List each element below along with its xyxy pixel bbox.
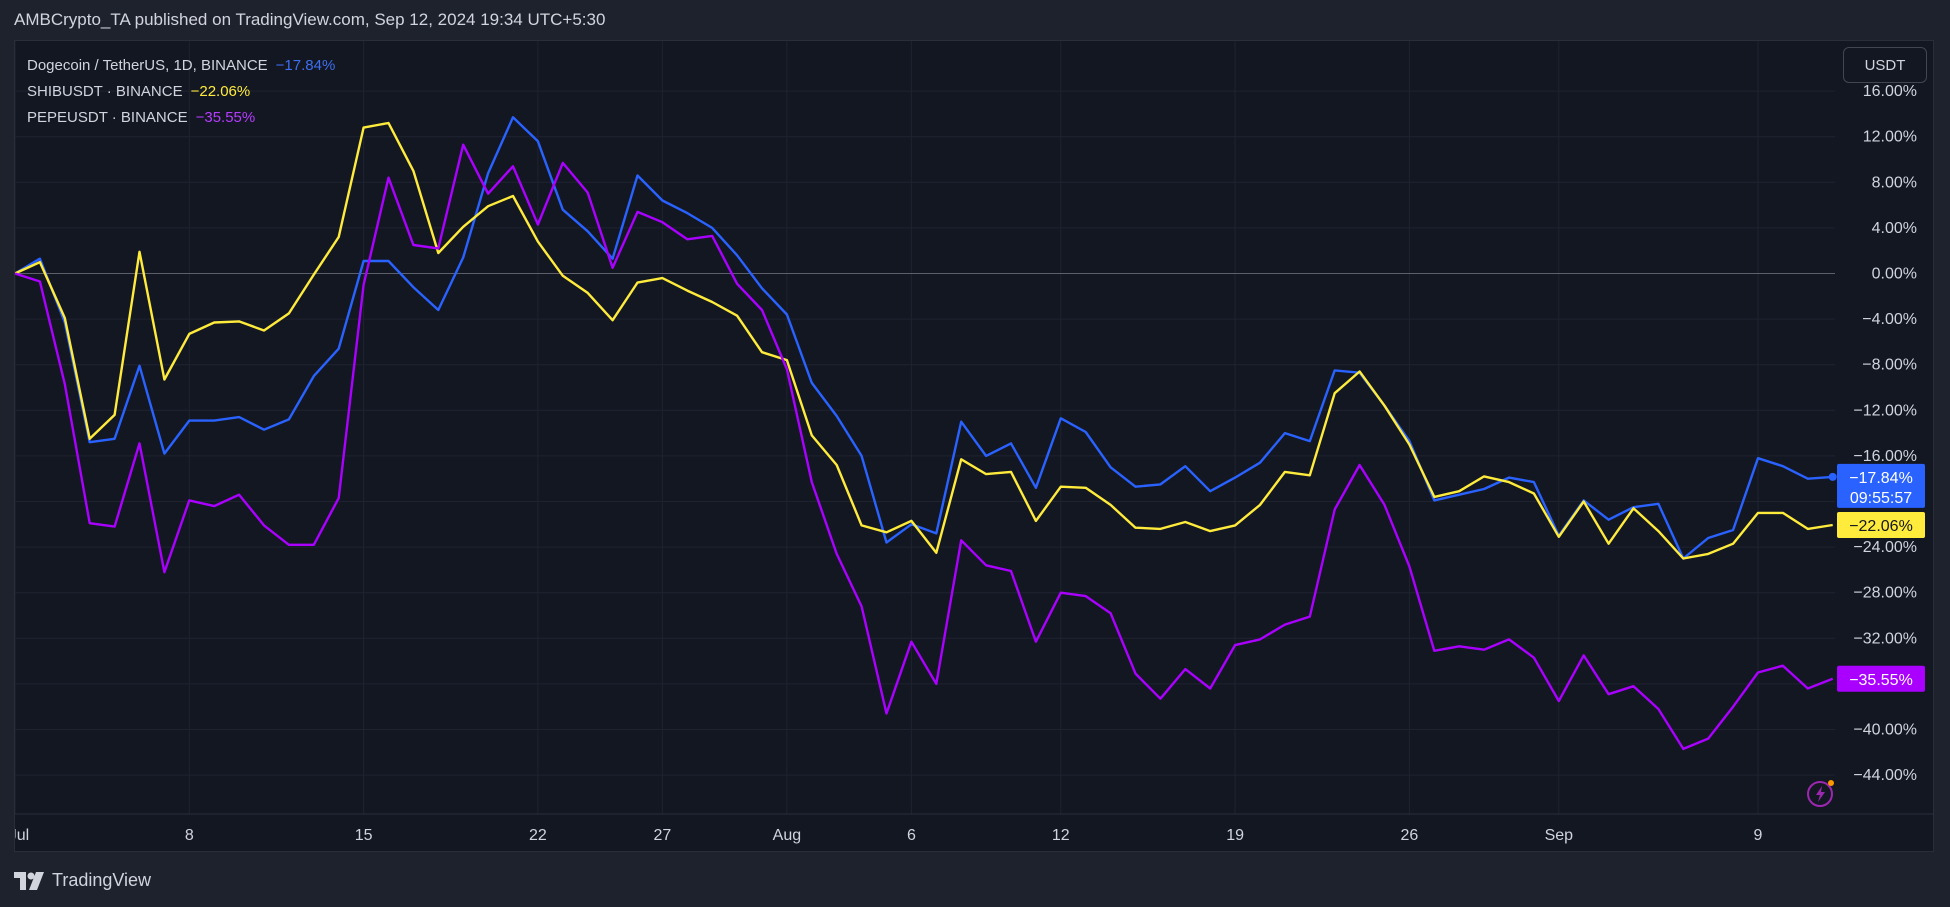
last-price-dot [1828, 472, 1837, 481]
x-tick-label: 8 [185, 827, 194, 844]
chart-legend: Dogecoin / TetherUS, 1D, BINANCE −17.84% … [27, 53, 335, 131]
legend-symbol: SHIBUSDT · BINANCE [27, 83, 183, 100]
series-line-0[interactable] [15, 116, 1833, 560]
price-tag-label: −35.55% [1849, 672, 1913, 689]
x-tick-label: 9 [1754, 827, 1763, 844]
x-tick-label: 12 [1052, 827, 1070, 844]
y-tick-label: −28.00% [1853, 585, 1917, 602]
price-tag-2: −35.55% [1837, 665, 1925, 692]
y-tick-label: 12.00% [1863, 129, 1917, 146]
y-tick-label: 0.00% [1872, 266, 1917, 283]
x-tick-label: Aug [773, 827, 801, 844]
x-tick-label: Jul [15, 827, 29, 844]
legend-item-doge[interactable]: Dogecoin / TetherUS, 1D, BINANCE −17.84% [27, 53, 335, 79]
y-tick-label: 4.00% [1872, 220, 1917, 237]
y-tick-label: −4.00% [1862, 311, 1917, 328]
price-chart[interactable]: 16.00% 12.00% 8.00% 4.00% 0.00% −4.00% −8.00% −… [15, 41, 1933, 851]
currency-button[interactable]: USDT [1843, 47, 1927, 83]
legend-change: −35.55% [195, 109, 256, 126]
x-tick-label: Sep [1545, 827, 1574, 844]
grid [15, 41, 1835, 814]
tradingview-logo[interactable]: TradingView [14, 870, 151, 891]
countdown-label: 09:55:57 [1850, 490, 1912, 507]
x-tick-label: 26 [1401, 827, 1419, 844]
x-axis[interactable]: Jul 8 15 22 27 Aug 6 12 19 26 Sep 9 [15, 827, 1763, 844]
price-tag-0: −17.84% 09:55:57 [1837, 463, 1925, 508]
y-tick-label: −12.00% [1853, 402, 1917, 419]
legend-item-pepe[interactable]: PEPEUSDT · BINANCE −35.55% [27, 105, 335, 131]
legend-symbol: Dogecoin / TetherUS, 1D, BINANCE [27, 57, 268, 74]
x-tick-label: 19 [1226, 827, 1244, 844]
tradingview-logo-icon [14, 871, 44, 890]
x-tick-label: 15 [355, 827, 373, 844]
legend-item-shib[interactable]: SHIBUSDT · BINANCE −22.06% [27, 79, 335, 105]
y-tick-label: −32.00% [1853, 630, 1917, 647]
y-tick-label: 8.00% [1872, 174, 1917, 191]
y-tick-label: −40.00% [1853, 722, 1917, 739]
legend-symbol: PEPEUSDT · BINANCE [27, 109, 188, 126]
series-line-2[interactable] [15, 143, 1834, 751]
series-line-1[interactable] [15, 121, 1833, 560]
x-tick-label: 27 [654, 827, 672, 844]
y-tick-label: 16.00% [1863, 83, 1917, 100]
x-tick-label: 22 [529, 827, 547, 844]
y-tick-label: −44.00% [1853, 767, 1917, 784]
price-tag-1: −22.06% [1837, 511, 1925, 538]
legend-change: −17.84% [275, 57, 336, 74]
x-tick-label: 6 [907, 827, 916, 844]
footer-brand: TradingView [52, 870, 152, 890]
price-tag-label: −22.06% [1849, 518, 1913, 535]
y-tick-label: −24.00% [1853, 539, 1917, 556]
chart-frame[interactable]: 16.00% 12.00% 8.00% 4.00% 0.00% −4.00% −8.00% −… [14, 40, 1934, 852]
y-tick-label: −16.00% [1853, 448, 1917, 465]
y-tick-label: −8.00% [1862, 357, 1917, 374]
publish-header: AMBCrypto_TA published on TradingView.co… [14, 10, 606, 29]
lightning-icon[interactable] [1805, 777, 1837, 809]
legend-change: −22.06% [190, 83, 251, 100]
price-tag-label: −17.84% [1849, 470, 1913, 487]
